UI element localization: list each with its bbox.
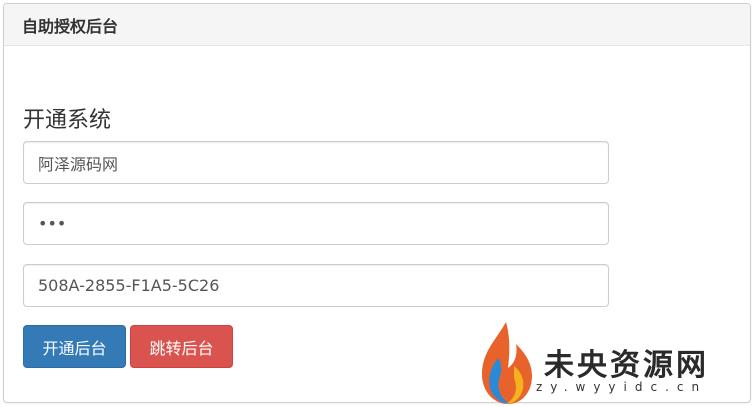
license-key-input[interactable] xyxy=(23,264,609,307)
password-input[interactable] xyxy=(23,202,609,245)
site-name-input[interactable] xyxy=(23,141,609,184)
open-backend-button[interactable]: 开通后台 xyxy=(23,325,126,368)
jump-backend-button[interactable]: 跳转后台 xyxy=(130,325,233,368)
panel-title: 自助授权后台 xyxy=(22,16,119,36)
section-title: 开通系统 xyxy=(23,108,112,133)
panel-heading: 自助授权后台 xyxy=(4,4,750,46)
auth-panel: 自助授权后台 开通系统 开通后台 跳转后台 xyxy=(3,3,751,403)
